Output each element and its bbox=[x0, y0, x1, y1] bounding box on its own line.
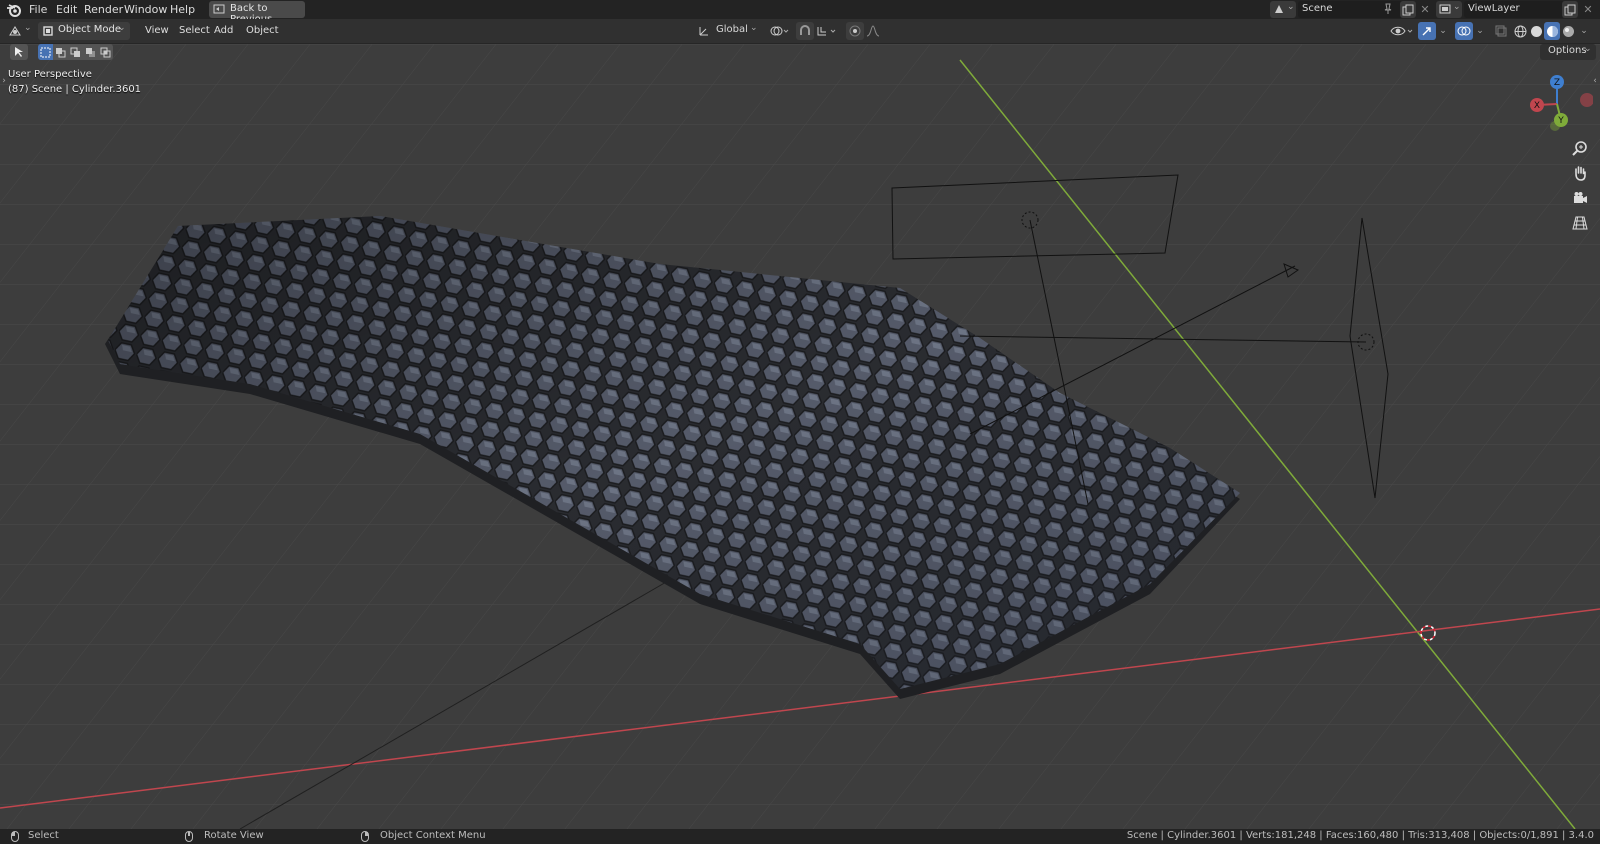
editor-type-icon bbox=[8, 24, 22, 38]
y-axis-label: Y bbox=[1557, 116, 1564, 126]
view-layer-icon bbox=[1439, 3, 1451, 15]
select-invert-icon[interactable] bbox=[83, 44, 98, 60]
shading-dropdown-icon[interactable]: ⌄ bbox=[1578, 22, 1590, 40]
zoom-icon[interactable] bbox=[1568, 136, 1592, 160]
object-mode-dropdown[interactable]: Object Mode ⌄ bbox=[38, 22, 130, 40]
navigation-gizmo[interactable]: Z X Y bbox=[1523, 70, 1593, 134]
status-bar: Select Rotate View Object Context Menu S… bbox=[0, 829, 1600, 844]
pan-hand-icon[interactable] bbox=[1568, 161, 1592, 185]
close-icon[interactable]: ✕ bbox=[1418, 1, 1432, 18]
gizmo-icon[interactable] bbox=[1418, 22, 1436, 40]
editor-type-selector[interactable]: ⌄ bbox=[6, 22, 34, 40]
transform-orientation-icon bbox=[698, 25, 710, 37]
menu-file[interactable]: File bbox=[23, 0, 53, 19]
status-rotate-view-label: Rotate View bbox=[204, 830, 264, 841]
status-context-menu-label: Object Context Menu bbox=[380, 830, 486, 841]
viewport-object-info: (87) Scene | Cylinder.3601 bbox=[8, 84, 142, 95]
transform-orientation-dropdown[interactable]: Global ⌄ bbox=[696, 22, 762, 40]
xray-icon[interactable] bbox=[1492, 22, 1510, 40]
view-layer-name: ViewLayer bbox=[1468, 3, 1520, 14]
overlay-icon[interactable] bbox=[1455, 22, 1473, 40]
back-to-previous-icon bbox=[213, 3, 225, 15]
options-dropdown[interactable]: Options ⌄ bbox=[1540, 44, 1596, 60]
select-subtract-icon[interactable] bbox=[68, 44, 83, 60]
neg-x-axis-handle bbox=[1580, 93, 1593, 107]
overlay-dropdown-icon[interactable]: ⌄ bbox=[1474, 22, 1486, 40]
scene-icon bbox=[1273, 3, 1285, 15]
select-intersect-icon[interactable] bbox=[98, 44, 113, 60]
scene-name: Scene bbox=[1302, 3, 1333, 14]
transform-orientation-label: Global bbox=[716, 24, 748, 35]
solid-shading-icon[interactable] bbox=[1528, 22, 1544, 40]
mouse-left-icon bbox=[10, 830, 20, 843]
select-new-icon[interactable] bbox=[38, 44, 53, 60]
select-tool-icon[interactable] bbox=[10, 44, 28, 60]
perspective-grid-icon[interactable] bbox=[1568, 211, 1592, 235]
3d-viewport[interactable]: User Perspective (87) Scene | Cylinder.3… bbox=[0, 44, 1600, 829]
pin-icon[interactable] bbox=[1382, 3, 1394, 15]
options-label: Options bbox=[1548, 45, 1587, 56]
status-select-label: Select bbox=[28, 830, 59, 841]
scene-name-field[interactable]: Scene bbox=[1298, 1, 1408, 18]
menu-add[interactable]: Add bbox=[208, 21, 239, 40]
viewport-scene bbox=[0, 44, 1600, 829]
x-axis-label: X bbox=[1534, 101, 1540, 111]
top-bar: File Edit Render Window Help Back to Pre… bbox=[0, 0, 1600, 25]
snap-target-icon[interactable] bbox=[814, 22, 840, 40]
object-mode-icon bbox=[42, 25, 54, 37]
mouse-right-icon bbox=[360, 830, 370, 843]
proportional-editing-icon[interactable] bbox=[846, 22, 864, 40]
menu-help[interactable]: Help bbox=[164, 0, 201, 19]
toolbar-toggle-icon[interactable]: › bbox=[0, 74, 8, 88]
scene-selector[interactable]: ⌄ bbox=[1270, 1, 1296, 18]
pivot-icon[interactable] bbox=[766, 22, 792, 40]
viewport-perspective-label: User Perspective bbox=[8, 69, 92, 80]
viewport-header: ⌄ Object Mode ⌄ View Select Add Object G… bbox=[0, 19, 1600, 44]
rendered-shading-icon[interactable] bbox=[1560, 22, 1576, 40]
camera-icon[interactable] bbox=[1568, 186, 1592, 210]
z-axis-label: Z bbox=[1554, 78, 1560, 88]
gizmo-dropdown-icon[interactable]: ⌄ bbox=[1437, 22, 1449, 40]
back-to-previous-button[interactable]: Back to Previous bbox=[209, 1, 305, 25]
view-layer-selector[interactable]: ⌄ bbox=[1436, 1, 1462, 18]
view-layer-name-field[interactable]: ViewLayer bbox=[1464, 1, 1564, 18]
status-scene-stats: Scene | Cylinder.3601 | Verts:181,248 | … bbox=[1126, 830, 1594, 841]
menu-view[interactable]: View bbox=[139, 21, 175, 40]
snap-icon[interactable] bbox=[796, 22, 814, 40]
wireframe-shading-icon[interactable] bbox=[1512, 22, 1528, 40]
visibility-icon[interactable] bbox=[1388, 22, 1416, 40]
view-layer-copy-icon[interactable] bbox=[1562, 1, 1578, 18]
menu-object[interactable]: Object bbox=[240, 21, 285, 40]
copy-icon[interactable] bbox=[1400, 1, 1416, 18]
view-layer-close-icon[interactable]: ✕ bbox=[1581, 1, 1595, 18]
falloff-icon[interactable] bbox=[864, 22, 882, 40]
object-mode-label: Object Mode bbox=[58, 24, 121, 35]
material-shading-icon[interactable] bbox=[1544, 22, 1560, 40]
mouse-middle-icon bbox=[184, 830, 194, 843]
select-extend-icon[interactable] bbox=[53, 44, 68, 60]
blender-logo-icon[interactable] bbox=[4, 1, 24, 18]
